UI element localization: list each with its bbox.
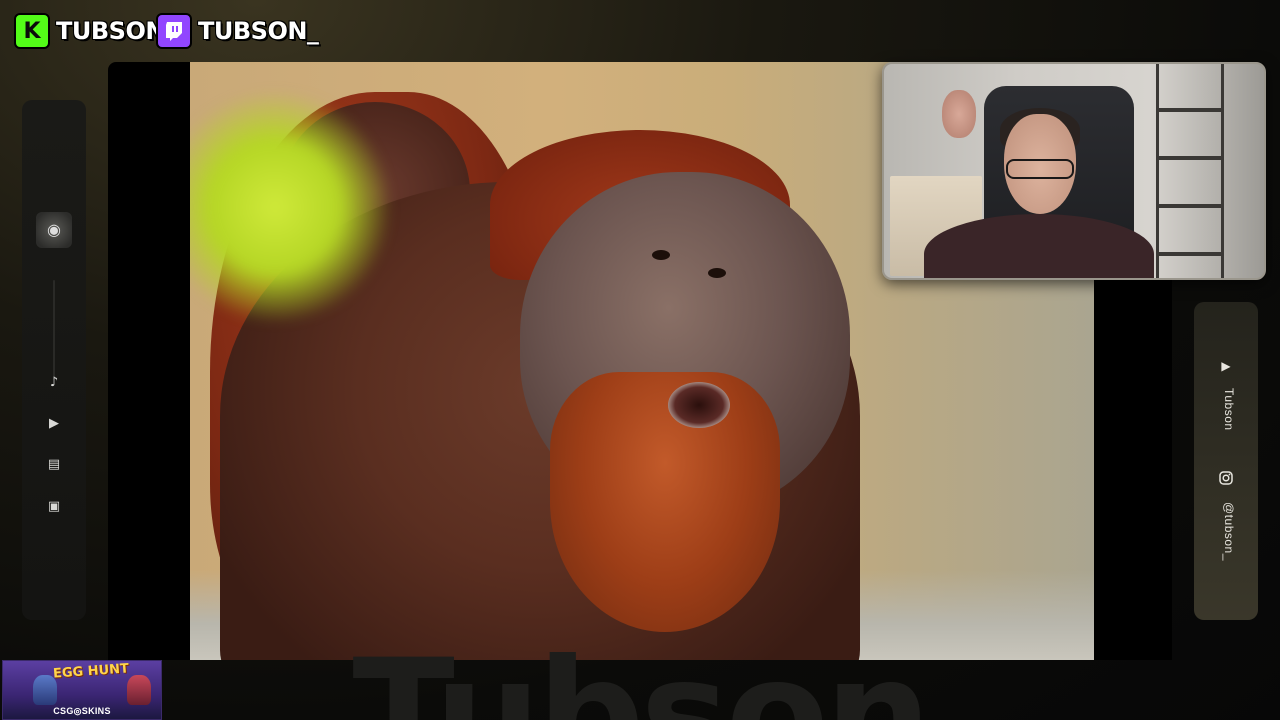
background-person <box>942 90 976 138</box>
sponsor-title: EGG HUNT <box>52 661 130 682</box>
clapperboard-icon: ▤ <box>47 456 61 472</box>
sponsor-brand: CSG◎SKINS <box>53 706 111 716</box>
instagram-icon <box>1216 470 1236 486</box>
video-play-icon: ▶ <box>49 415 59 431</box>
image-icon: ▣ <box>47 498 61 514</box>
channel-avatar-icon: ◉ <box>36 212 72 248</box>
twitch-handle: TUBSON_ <box>198 17 319 45</box>
left-sidebar: ◉ ♪ ▶ ▤ ▣ <box>22 100 86 620</box>
sponsor-banner[interactable]: EGG HUNT CSG◎SKINS <box>2 660 162 720</box>
twitch-icon <box>156 13 192 49</box>
kick-badge: K TUBSON <box>14 12 165 50</box>
twitch-badge: TUBSON_ <box>156 12 319 50</box>
volume-track <box>53 280 55 380</box>
youtube-name: Tubson <box>1222 388 1236 431</box>
youtube-icon: ▶ <box>1221 359 1231 373</box>
music-note-icon: ♪ <box>49 374 59 390</box>
kick-icon: K <box>14 13 50 49</box>
instagram-handle: @tubson_ <box>1222 502 1236 561</box>
right-sidebar: ▶ Tubson @tubson_ <box>1194 302 1258 620</box>
webcam-feed <box>882 62 1266 280</box>
kick-handle: TUBSON <box>56 17 165 45</box>
channel-watermark: Tubson <box>310 640 970 720</box>
